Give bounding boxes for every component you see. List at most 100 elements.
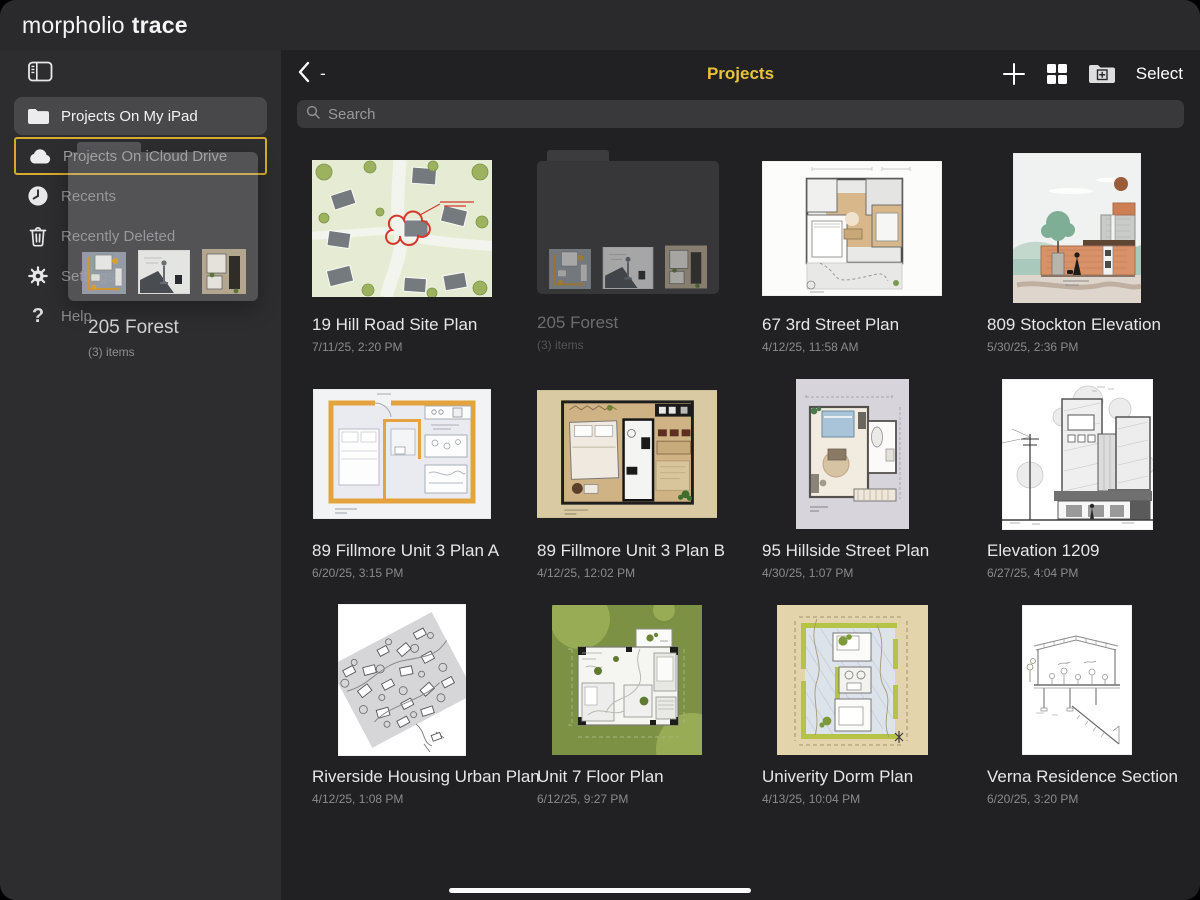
main-header: - Projects Select <box>281 50 1200 98</box>
app-topbar: morpholio trace <box>0 0 1200 50</box>
project-card[interactable]: 95 Hillside Street Plan 4/30/25, 1:07 PM <box>762 378 987 580</box>
site-plan-art <box>312 160 492 297</box>
drag-preview-thumbnails <box>82 249 246 294</box>
project-thumbnail <box>312 152 492 304</box>
sidebar-item-projects-on-my-ipad[interactable]: Projects On My iPad <box>14 97 267 135</box>
project-date: 6/27/25, 4:04 PM <box>987 566 1200 580</box>
trash-icon <box>26 225 50 248</box>
add-project-button[interactable] <box>1002 62 1026 86</box>
project-date: 6/12/25, 9:27 PM <box>537 792 762 806</box>
sidebar: Projects On My iPad Projects On iCloud D… <box>0 50 281 900</box>
project-date: 4/12/25, 1:08 PM <box>312 792 537 806</box>
project-thumbnail <box>762 604 942 756</box>
project-title: Riverside Housing Urban Plan <box>312 767 537 787</box>
drag-preview-folder-tab <box>77 142 141 152</box>
new-folder-button[interactable] <box>1088 63 1116 85</box>
header-actions: Select <box>1002 62 1183 86</box>
project-date: 4/30/25, 1:07 PM <box>762 566 987 580</box>
project-title: Elevation 1209 <box>987 541 1200 561</box>
grid-view-button[interactable] <box>1046 63 1068 85</box>
project-date: 7/11/25, 2:20 PM <box>312 340 537 354</box>
project-card[interactable]: Riverside Housing Urban Plan 4/12/25, 1:… <box>312 604 537 806</box>
search-bar[interactable] <box>297 100 1184 128</box>
floor-plan-art <box>796 379 909 529</box>
project-title: Univerity Dorm Plan <box>762 767 987 787</box>
search-icon <box>306 105 320 124</box>
floor-plan-art <box>777 605 928 755</box>
sidebar-toggle-button[interactable] <box>28 61 53 87</box>
grid-view-icon <box>1046 63 1068 85</box>
project-card[interactable]: 89 Fillmore Unit 3 Plan A 6/20/25, 3:15 … <box>312 378 537 580</box>
project-card[interactable]: 809 Stockton Elevation 5/30/25, 2:36 PM <box>987 152 1200 354</box>
project-card[interactable]: Elevation 1209 6/27/25, 4:04 PM <box>987 378 1200 580</box>
back-label: - <box>320 64 326 84</box>
back-button[interactable]: - <box>298 61 326 88</box>
svg-text:?: ? <box>32 305 44 327</box>
brand-secondary: trace <box>132 12 188 38</box>
gear-icon <box>26 265 50 287</box>
project-thumbnail <box>312 604 492 756</box>
mini-thumbnail-interior <box>602 247 654 289</box>
mini-thumbnail-plan-beige <box>665 245 707 289</box>
project-date: 4/12/25, 11:58 AM <box>762 340 987 354</box>
drag-preview-item-count: (3) items <box>88 345 258 359</box>
drag-preview-card <box>68 152 258 301</box>
project-card[interactable]: 89 Fillmore Unit 3 Plan B 4/12/25, 12:02… <box>537 378 762 580</box>
project-thumbnail <box>537 378 717 530</box>
project-card[interactable]: Univerity Dorm Plan 4/13/25, 10:04 PM <box>762 604 987 806</box>
floor-plan-art <box>537 389 717 519</box>
folder-tab <box>547 150 609 161</box>
search-input[interactable] <box>326 105 1175 124</box>
project-title: Verna Residence Section <box>987 767 1200 787</box>
project-title: 67 3rd Street Plan <box>762 315 987 335</box>
brand-primary: morpholio <box>22 12 125 38</box>
folder-card <box>537 161 719 294</box>
project-card-folder-ghost[interactable]: 205 Forest (3) items <box>537 152 762 354</box>
floor-plan-art <box>313 389 491 519</box>
project-title: 205 Forest <box>537 313 762 333</box>
project-card[interactable]: Unit 7 Floor Plan 6/12/25, 9:27 PM <box>537 604 762 806</box>
cloud-icon <box>28 147 52 165</box>
home-indicator[interactable] <box>449 888 751 893</box>
morpholio-trace-app: morpholio trace Projects On My iPad <box>0 0 1200 900</box>
project-card[interactable]: 67 3rd Street Plan 4/12/25, 11:58 AM <box>762 152 987 354</box>
folder-thumbnails <box>549 245 707 289</box>
project-card[interactable]: 19 Hill Road Site Plan 7/11/25, 2:20 PM <box>312 152 537 354</box>
project-thumbnail <box>987 152 1167 304</box>
app-logo: morpholio trace <box>22 12 188 39</box>
mini-thumbnail-interior <box>138 250 190 294</box>
project-date: 4/12/25, 12:02 PM <box>537 566 762 580</box>
project-title: 19 Hill Road Site Plan <box>312 315 537 335</box>
section-sketch-art <box>1022 605 1132 755</box>
project-thumbnail <box>987 378 1167 530</box>
chevron-left-icon <box>298 61 310 88</box>
project-date: 6/20/25, 3:15 PM <box>312 566 537 580</box>
project-date: 4/13/25, 10:04 PM <box>762 792 987 806</box>
project-title: 809 Stockton Elevation <box>987 315 1200 335</box>
project-item-count: (3) items <box>537 338 762 352</box>
elevation-sketch-art <box>1002 379 1153 530</box>
project-thumbnail <box>762 152 942 304</box>
select-button[interactable]: Select <box>1136 64 1183 84</box>
urban-plan-art <box>338 604 466 756</box>
drag-preview-folder[interactable]: 205 Forest (3) items <box>68 142 258 359</box>
mini-thumbnail-plan-beige <box>202 249 246 294</box>
plus-icon <box>1002 62 1026 86</box>
new-folder-icon <box>1088 63 1116 85</box>
folder-ghost-thumbnail <box>537 150 717 302</box>
project-thumbnail <box>312 378 492 530</box>
project-thumbnail <box>762 378 942 530</box>
main-panel: - Projects Select <box>281 50 1200 900</box>
project-thumbnail <box>537 604 717 756</box>
project-card[interactable]: Verna Residence Section 6/20/25, 3:20 PM <box>987 604 1200 806</box>
sidebar-toggle-icon <box>28 69 53 86</box>
project-date: 5/30/25, 2:36 PM <box>987 340 1200 354</box>
drag-preview-title: 205 Forest <box>88 317 258 339</box>
project-date: 6/20/25, 3:20 PM <box>987 792 1200 806</box>
projects-grid: 19 Hill Road Site Plan 7/11/25, 2:20 PM <box>312 152 1200 806</box>
help-icon: ? <box>26 304 50 328</box>
mini-thumbnail-plan-gray <box>82 252 126 294</box>
project-title: Unit 7 Floor Plan <box>537 767 762 787</box>
floor-plan-art <box>762 161 942 296</box>
elevation-art <box>1013 153 1141 303</box>
